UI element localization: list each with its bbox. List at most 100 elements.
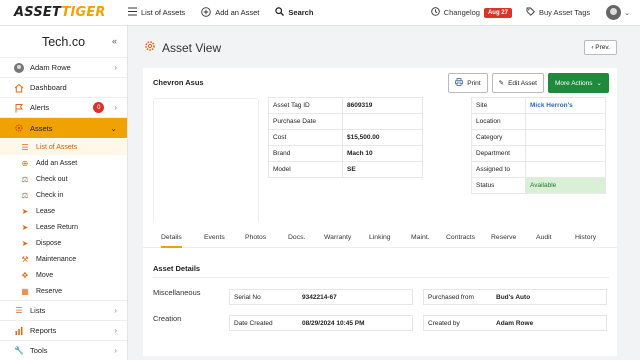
sidebar-item-lists[interactable]: ☰ Lists › [0, 301, 127, 321]
print-button[interactable]: Print [448, 73, 488, 93]
lease-icon: ➤ [21, 206, 29, 216]
table-row: Brand Mach 10 [268, 145, 423, 162]
sidebar-item-reports[interactable]: Reports › [0, 321, 127, 341]
submenu-check-in[interactable]: ⚖ Check in [0, 187, 127, 203]
sidebar-tools-label: Tools [30, 346, 48, 355]
table-row: Site Mick Herron's [471, 97, 606, 114]
field-value: 9342214-67 [302, 293, 337, 301]
submenu-reserve[interactable]: ▦ Reserve [0, 283, 127, 299]
tab-history[interactable]: History [575, 234, 596, 241]
sidebar-lists-label: Lists [30, 306, 46, 315]
field-label: Assigned to [471, 161, 526, 178]
status-badge: Available [525, 177, 606, 194]
tab-details[interactable]: Details [161, 234, 182, 248]
submenu-label: Lease [36, 207, 56, 215]
edit-asset-button[interactable]: ✎ Edit Asset [491, 73, 544, 93]
company-header: Tech.co « [0, 26, 127, 58]
sidebar-item-alerts[interactable]: Alerts 0 › [0, 98, 127, 118]
tag-icon [526, 7, 535, 18]
changelog-label: Changelog [443, 8, 480, 17]
plus-circle-icon: ⊕ [21, 158, 29, 168]
submenu-move[interactable]: ✥ Move [0, 267, 127, 283]
clock-icon [430, 7, 440, 18]
sidebar-alerts-label: Alerts [30, 103, 50, 112]
submenu-check-out[interactable]: ⚖ Check out [0, 171, 127, 187]
submenu-dispose[interactable]: ➤ Dispose [0, 235, 127, 251]
submenu-label: Dispose [36, 239, 62, 247]
brand-logo[interactable]: ASSETTIGER [0, 5, 128, 20]
serial-number-field: Serial No 9342214-67 [229, 289, 413, 305]
field-label: Department [471, 145, 526, 162]
tab-events[interactable]: Events [204, 234, 225, 241]
field-label: Created by [428, 319, 460, 327]
asset-details-card: Details Events Photos Docs. Warranty Lin… [143, 222, 617, 356]
submenu-label: Check out [36, 175, 68, 183]
field-value: $15,500.00 [342, 129, 423, 146]
tab-docs[interactable]: Docs. [288, 234, 305, 241]
nav-search[interactable]: Search [275, 7, 313, 18]
submenu-lease-return[interactable]: ➤ Lease Return [0, 219, 127, 235]
tab-warranty[interactable]: Warranty [324, 234, 351, 241]
more-actions-label: More Actions [554, 79, 593, 87]
buy-asset-tags-link[interactable]: Buy Asset Tags [526, 7, 590, 18]
nav-search-label: Search [288, 8, 314, 17]
sidebar-item-dashboard[interactable]: Dashboard [0, 78, 127, 98]
table-row: Assigned to [471, 161, 606, 178]
more-actions-button[interactable]: More Actions ⌄ [547, 73, 609, 93]
field-label: Brand [268, 145, 343, 162]
asset-details-table-left: Asset Tag ID 8609319 Purchase Date Cost $1… [268, 97, 423, 178]
sidebar-item-assets[interactable]: Assets ⌄ [0, 118, 127, 138]
sidebar-reports-label: Reports [30, 326, 57, 335]
dispose-icon: ➤ [21, 238, 29, 248]
table-row: Asset Tag ID 8609319 [268, 97, 423, 114]
collapse-sidebar-icon[interactable]: « [112, 36, 117, 46]
field-label: Purchase Date [268, 113, 343, 130]
field-label: Location [471, 113, 526, 130]
sidebar-dashboard-label: Dashboard [30, 83, 67, 92]
tab-contracts[interactable]: Contracts [446, 234, 475, 241]
field-value: Adam Rowe [496, 319, 534, 327]
chevron-right-icon: › [114, 346, 117, 355]
chevron-down-icon: ⌄ [624, 9, 630, 17]
tab-maint[interactable]: Maint. [411, 234, 430, 241]
prev-button-label: Prev. [595, 44, 610, 51]
user-menu[interactable]: ⌄ [606, 5, 630, 20]
field-value: 08/29/2024 10:45 PM [302, 319, 365, 327]
field-label: Model [268, 161, 343, 178]
asset-photo-placeholder[interactable] [153, 98, 259, 230]
main-content: Asset View ‹ Prev. Chevron Asus Print ✎ … [128, 26, 640, 360]
submenu-lease[interactable]: ➤ Lease [0, 203, 127, 219]
tools-icon: 🔧 [14, 346, 24, 355]
changelog-badge: Aug 27 [483, 7, 512, 18]
move-arrows-icon: ✥ [21, 270, 29, 280]
submenu-label: List of Assets [36, 143, 78, 151]
section-heading: Asset Details [153, 264, 201, 273]
asset-name: Chevron Asus [153, 78, 204, 87]
sidebar-assets-label: Assets [30, 123, 53, 133]
check-out-icon: ⚖ [21, 174, 29, 184]
list-icon [128, 7, 137, 18]
tab-linking[interactable]: Linking [369, 234, 391, 241]
nav-add-asset[interactable]: Add an Asset [201, 6, 259, 19]
tab-reserve[interactable]: Reserve [491, 234, 516, 241]
asset-summary-card: Chevron Asus Print ✎ Edit Asset More Act… [143, 68, 617, 236]
sidebar-item-user[interactable]: Adam Rowe › [0, 58, 127, 78]
nav-list-assets[interactable]: List of Assets [128, 7, 185, 18]
asset-gear-icon [14, 123, 24, 133]
sidebar-item-tools[interactable]: 🔧 Tools › [0, 341, 127, 360]
changelog-link[interactable]: Changelog Aug 27 [430, 7, 512, 18]
table-row: Model SE [268, 161, 423, 178]
submenu-label: Lease Return [36, 223, 79, 231]
company-name: Tech.co [41, 34, 86, 49]
tab-photos[interactable]: Photos [245, 234, 266, 241]
prev-button[interactable]: ‹ Prev. [584, 40, 617, 55]
assets-submenu: ☰ List of Assets ⊕ Add an Asset ⚖ Check out… [0, 138, 127, 301]
submenu-add-asset[interactable]: ⊕ Add an Asset [0, 155, 127, 171]
field-value: Bud's Auto [496, 293, 531, 301]
submenu-list-of-assets[interactable]: ☰ List of Assets [0, 139, 127, 155]
site-link[interactable]: Mick Herron's [525, 97, 606, 114]
chevron-down-icon: ⌄ [596, 80, 602, 87]
lease-return-icon: ➤ [21, 222, 29, 232]
submenu-maintenance[interactable]: ⚒ Maintenance [0, 251, 127, 267]
tab-audit[interactable]: Audit [536, 234, 552, 241]
